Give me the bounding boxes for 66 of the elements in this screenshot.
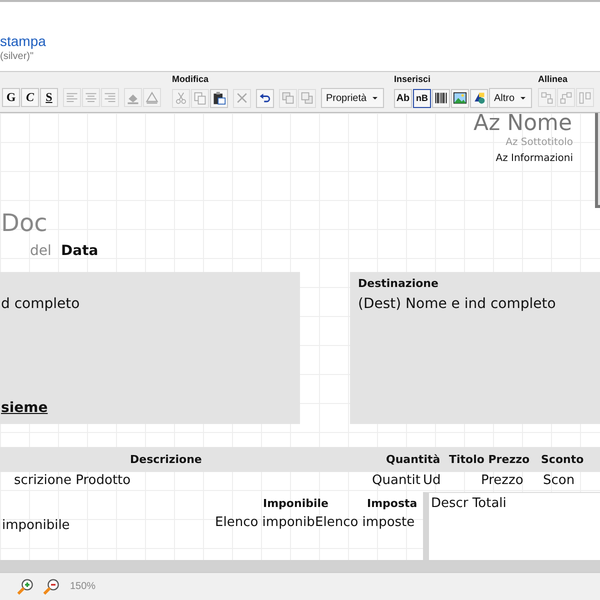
subtitle-text: (silver)" [0,51,34,62]
table-cell: Ud [423,473,441,488]
column-header: Sconto [541,453,584,466]
table-cell: scrizione Prodotto [14,473,131,488]
company-subtitle: Az Sottotitolo [506,137,573,148]
align-icon [540,90,554,104]
caret-icon [370,94,379,102]
sender-address: d completo [1,296,80,312]
group-label: Inserisci [394,74,431,85]
date-prefix: del [30,243,52,259]
image-button[interactable] [451,88,469,108]
clipboard-icon [212,91,226,105]
undo-button[interactable] [256,88,274,108]
table-cell: Quantit [372,473,420,488]
triangle-icon [145,90,159,104]
shapes-button[interactable] [470,88,488,108]
date-field: Data [61,243,98,259]
zoom-out-icon [42,578,60,596]
align-left-icon [65,90,79,104]
shapes-icon [472,91,486,105]
taxable-label: Imponibile [263,497,328,510]
align-icon [559,90,573,104]
x-icon [235,91,249,105]
dropdown-button[interactable]: Proprietà [321,88,384,108]
align-center-icon [84,90,98,104]
sender-footer: sieme [1,400,48,416]
zoom-in-button[interactable] [16,578,34,596]
group-label: Allinea [538,74,568,85]
italic-button[interactable]: C [21,88,39,107]
text-button[interactable]: Ab [394,88,412,108]
scissors-icon [174,91,188,105]
overlapping-squares-icon [300,91,314,105]
company-name: Az Nome [474,113,572,136]
bold-button[interactable]: G [2,88,20,107]
group-label: Modifica [172,74,209,85]
caret-icon [518,94,527,102]
align-icon [578,90,592,104]
column-header: Quantità [386,453,440,466]
table-cell: Scon [543,473,575,488]
column-header: Descrizione [130,453,202,466]
field-button[interactable]: nB [413,88,431,108]
underline-button[interactable]: S [40,88,58,107]
undo-icon [258,91,272,105]
image-icon [453,91,467,105]
table-cell: Prezzo [481,473,524,488]
zoom-level: 150% [70,581,96,592]
tax-list: Elenco imposte [315,515,415,530]
barcode-button[interactable] [432,88,450,108]
taxable-text: imponibile [2,518,70,533]
title-link[interactable]: stampa [0,33,46,49]
zoom-in-icon [16,578,34,596]
destination-address: (Dest) Nome e ind completo [358,296,556,312]
tax-label: Imposta [367,497,418,510]
company-info: Az Informazioni [496,153,573,164]
overlapping-squares-icon [281,91,295,105]
barcode-icon [434,91,448,105]
dropdown-button[interactable]: Altro [489,88,532,108]
totals-description: Descr Totali [431,496,506,511]
align-right-icon [103,90,117,104]
paste-button[interactable] [210,88,228,108]
destination-label: Destinazione [358,277,438,290]
column-header: Titolo Prezzo [449,453,530,466]
zoom-out-button[interactable] [42,578,60,596]
document-title: Doc [1,209,48,237]
taxable-list: Elenco imponib [215,515,315,530]
copy-icon [193,91,207,105]
